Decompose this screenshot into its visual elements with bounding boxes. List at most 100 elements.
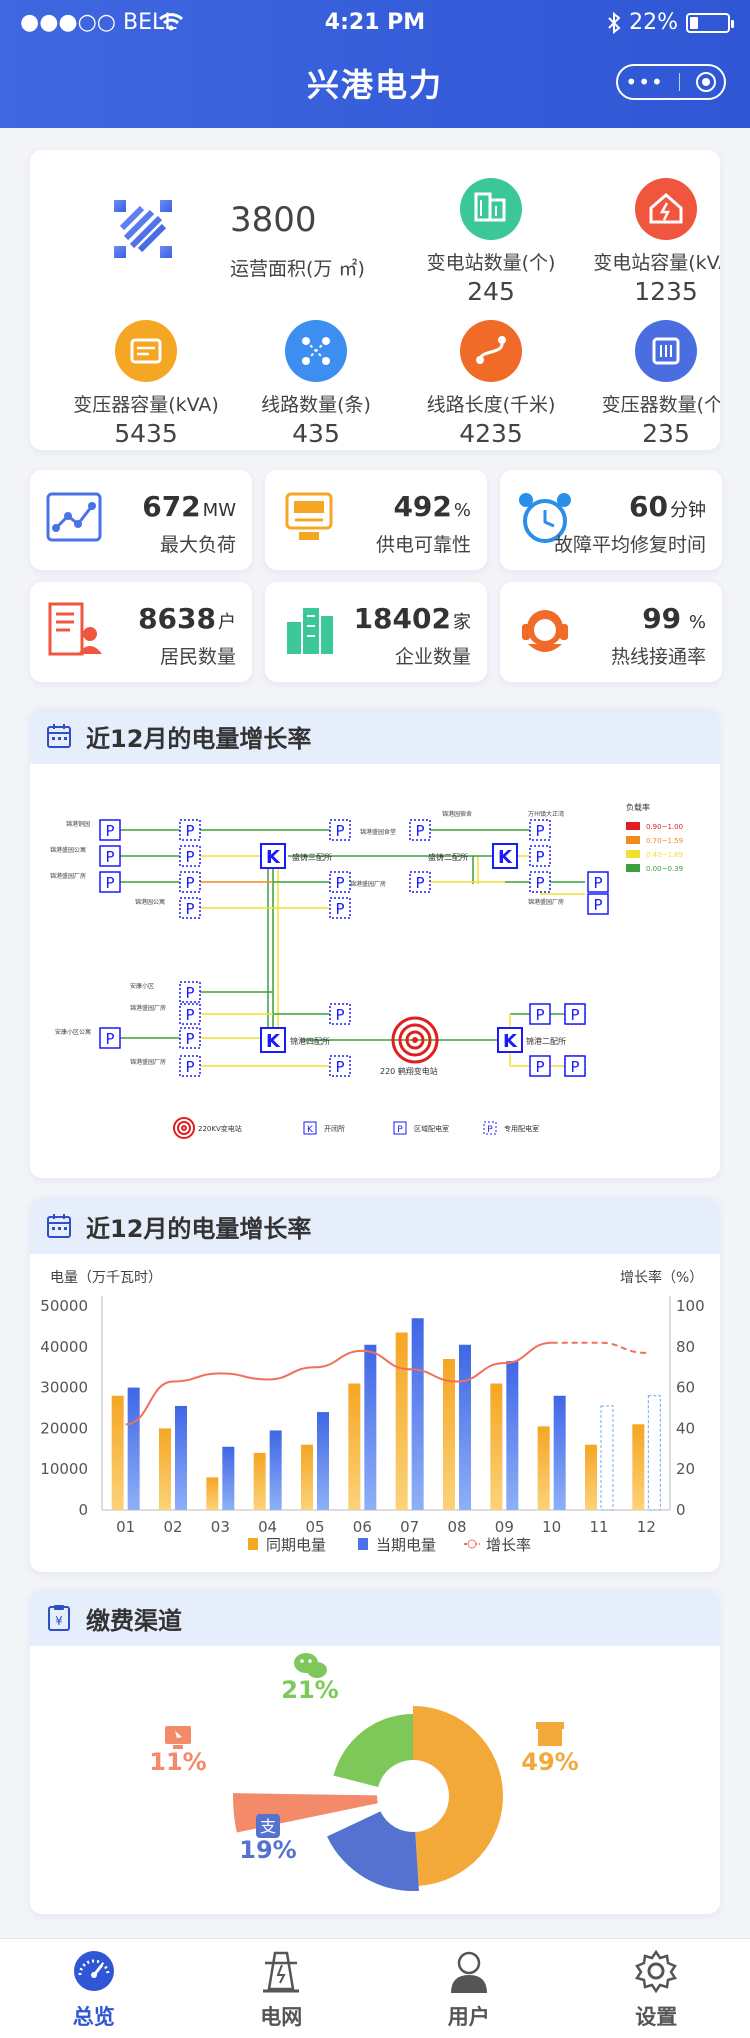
substation-core: [412, 1037, 418, 1043]
status-bar: ●●●○○ BELL 4:21 PM 22%: [0, 8, 750, 38]
miniprogram-capsule[interactable]: •••: [616, 64, 726, 100]
legend-label: 0.40~1.69: [646, 851, 683, 859]
overview-stat: 线路数量(条) 435: [230, 320, 402, 448]
node-letter: P: [535, 822, 544, 840]
bar-same-period: [395, 1332, 408, 1510]
kpi-label: 企业数量: [394, 646, 471, 668]
gear-icon: [635, 1949, 678, 1994]
y2-axis-title: 增长率（%）: [620, 1269, 703, 1286]
kpi-value: 672: [142, 490, 201, 523]
stat-label: 变压器容量(kVA): [73, 394, 219, 416]
network-icon: [285, 320, 347, 382]
bar-current-period: [553, 1395, 566, 1510]
kpi-unit: MW: [202, 500, 236, 521]
node-letter: P: [487, 1125, 493, 1135]
node-letter: P: [185, 1030, 194, 1048]
x-tick-label: 10: [542, 1518, 561, 1536]
alipay-icon: 支: [256, 1814, 280, 1838]
kpi-card: 492% 供电可靠性: [265, 470, 487, 570]
kpi-card: 99 % 热线接通率: [500, 582, 722, 682]
node-letter: K: [498, 847, 513, 868]
bar-same-period: [348, 1383, 361, 1510]
bar-current-period: [600, 1405, 614, 1511]
tab-user[interactable]: 用户: [375, 1939, 563, 2038]
y-tick-label: 10000: [40, 1460, 88, 1478]
node-letter: P: [415, 874, 424, 892]
bill-icon: ¥: [48, 1605, 70, 1631]
growth-rate-forecast-line: [551, 1341, 647, 1354]
legend-swatch: [626, 822, 640, 830]
bar-current-period: [411, 1318, 424, 1510]
x-tick-label: 02: [163, 1518, 182, 1536]
substation-label: 220 鹤翔变电站: [380, 1066, 438, 1076]
tab-grid[interactable]: 电网: [188, 1939, 376, 2038]
bar-same-period: [585, 1444, 597, 1510]
kpi-card: 60 分钟 故障平均修复时间: [500, 470, 722, 570]
node-letter: P: [185, 848, 194, 866]
kpi-unit: 家: [453, 612, 471, 633]
node-letter: P: [335, 1058, 344, 1076]
area-value: 3800: [230, 200, 317, 240]
node-letter: P: [185, 1006, 194, 1024]
dashboard-gauge-icon: [73, 1951, 114, 1991]
legend-label: 220KV变电站: [198, 1124, 242, 1133]
legend-label: 增长率: [486, 1536, 531, 1554]
legend-label: 专用配电室: [504, 1124, 539, 1133]
node-letter: K: [266, 847, 281, 868]
stat-label: 变压器数量(个): [601, 394, 720, 416]
section-title: 缴费渠道: [86, 1606, 182, 1635]
chip-icon: [635, 320, 697, 382]
tab-settings[interactable]: 设置: [563, 1939, 750, 2038]
legend-swatch: [626, 864, 640, 872]
feeder-label: 锦港铜园: [66, 820, 90, 828]
section-header: 近12月的电量增长率: [30, 1198, 720, 1254]
tab-label: 设置: [635, 2005, 678, 2029]
feeder-label: 锦港盛园公寓: [50, 846, 86, 854]
close-circle-icon[interactable]: [695, 71, 717, 93]
stat-value: 435: [292, 419, 340, 448]
legend-title: 负载率: [626, 802, 650, 812]
feeder-label: 锦港园宿舍: [442, 810, 472, 818]
slice-percent-label: 49%: [521, 1748, 578, 1776]
area-label: 运营面积(万 ㎡): [230, 258, 365, 280]
kpi-card: 18402 家企业数量: [265, 582, 487, 682]
kpi-label: 故障平均修复时间: [553, 534, 706, 556]
x-tick-label: 01: [116, 1518, 135, 1536]
station-label: 锦港四配所: [290, 1036, 330, 1046]
legend-label: 当期电量: [376, 1536, 436, 1554]
y-tick-label: 0: [78, 1501, 88, 1519]
node-letter: P: [335, 900, 344, 918]
kpi-value: 60: [629, 490, 668, 523]
overview-stat: 变压器数量(个) 235: [580, 320, 720, 448]
donut-slice: [413, 1706, 503, 1886]
feeder-label: 锦港盛园厂房: [130, 1058, 166, 1066]
overview-stat: 线路长度(千米) 4235: [405, 320, 577, 448]
legend-label: 区域配电室: [414, 1124, 449, 1133]
section-header: ¥ 缴费渠道: [30, 1590, 720, 1646]
bar-current-period: [364, 1344, 377, 1510]
battery-percent: 22%: [629, 10, 678, 35]
bar-current-period: [647, 1395, 661, 1511]
legend-marker: [467, 1539, 477, 1549]
y2-tick-label: 40: [676, 1419, 695, 1437]
station-label: 锦港二配所: [526, 1036, 566, 1046]
enterprise-building-icon: [287, 608, 333, 654]
feeder-label: 锦港盛园厂房: [50, 872, 86, 880]
donut-slice: [327, 1811, 419, 1891]
kpi-value: 492: [393, 490, 452, 523]
feeder-label: 锦港盛园厂房: [130, 1004, 166, 1012]
bluetooth-icon: [608, 11, 621, 34]
bar-same-period: [206, 1477, 219, 1510]
y-tick-label: 20000: [40, 1419, 88, 1437]
node-letter: P: [105, 822, 114, 840]
section-title: 近12月的电量增长率: [86, 1214, 312, 1243]
section-title: 近12月的电量增长率: [86, 724, 312, 753]
x-tick-label: 12: [637, 1518, 656, 1536]
bar-same-period: [253, 1452, 266, 1510]
legend-label: 开闭所: [324, 1124, 345, 1133]
node-letter: P: [335, 1006, 344, 1024]
more-icon[interactable]: •••: [625, 70, 663, 94]
section-header: 近12月的电量增长率: [30, 708, 720, 764]
tab-label: 用户: [447, 2005, 490, 2029]
tab-overview[interactable]: 总览: [0, 1939, 188, 2038]
